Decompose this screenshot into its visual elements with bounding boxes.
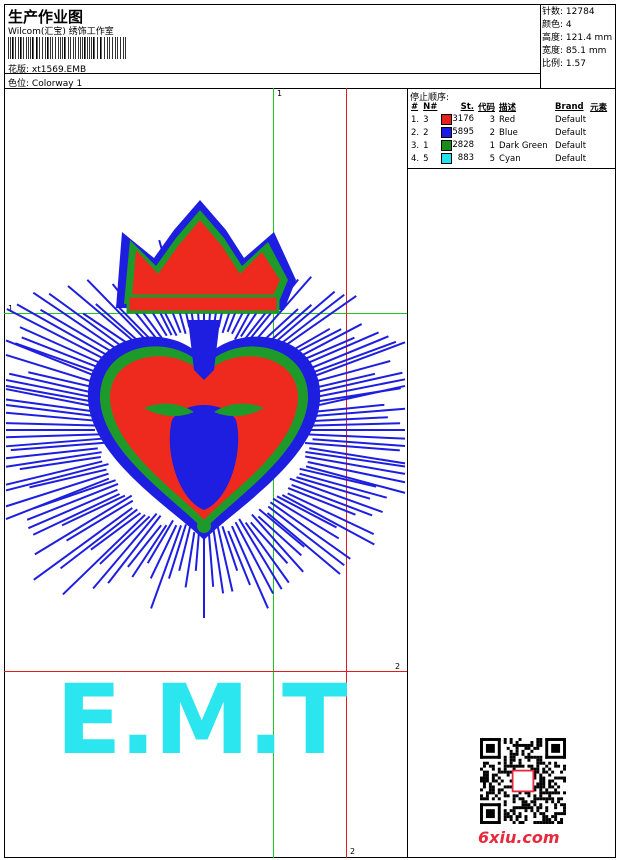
table-row: 3. 1 2828 1 Dark Green Default (409, 139, 609, 152)
stop-sequence-table: # N# St. 代码 描述 Brand 元素 1. 3 3176 3 Red Defau… (409, 101, 609, 165)
col-code: 代码 (478, 103, 496, 113)
ray-stitch (305, 416, 388, 423)
panel-divider (407, 88, 408, 858)
row-code: 3 (489, 114, 496, 125)
row-needle: 3 (423, 114, 429, 125)
ray-stitch (5, 477, 110, 521)
guide-label-right: 2 (395, 662, 401, 671)
company-name: Wilcom(汇宝) 绣饰工作室 (8, 27, 114, 37)
ray-stitch (5, 433, 104, 439)
guide-label-top: 1 (277, 89, 283, 98)
row-needle: 5 (423, 153, 429, 164)
color-swatch (441, 153, 453, 164)
header-divider (4, 88, 616, 89)
ray-stitch (5, 437, 103, 448)
row-code: 1 (489, 140, 496, 151)
stats-panel: 针数: 12784 颜色: 4 高度: 121.4 mm 宽度: 85.1 mm… (542, 6, 612, 71)
row-element (588, 152, 609, 165)
row-element (588, 113, 609, 126)
stat-scale: 比例: 1.57 (542, 59, 586, 69)
meta-divider (4, 73, 540, 74)
ray-stitch (5, 411, 103, 423)
stat-colors: 颜色: 4 (542, 20, 572, 30)
row-stitches: 3176 (439, 113, 476, 126)
row-desc: Dark Green (499, 140, 548, 151)
row-brand: Default (555, 140, 587, 151)
color-swatch (441, 127, 453, 138)
row-brand: Default (555, 153, 587, 164)
qr-code (480, 738, 566, 824)
stats-divider (540, 4, 541, 88)
col-index: # (411, 102, 419, 112)
table-row: 1. 3 3176 3 Red Default (409, 113, 609, 126)
guide-label-bottom: 2 (350, 847, 356, 856)
row-needle: 2 (423, 127, 429, 138)
embroidery-artwork (5, 200, 406, 618)
table-row: 2. 2 5895 2 Blue Default (409, 126, 609, 139)
row-code: 5 (489, 153, 496, 164)
col-brand: Brand (555, 102, 584, 112)
row-index: 2. (411, 127, 420, 138)
row-desc: Cyan (499, 153, 521, 164)
row-index: 4. (411, 153, 420, 164)
color-swatch (441, 114, 453, 125)
site-watermark: 6xiu.com (478, 828, 560, 847)
row-stitches: 883 (439, 152, 476, 165)
row-desc: Blue (499, 127, 518, 138)
ray-stitch (306, 433, 406, 440)
ray-stitch (5, 422, 101, 427)
col-stitches: St. (460, 102, 475, 112)
ray-stitch (62, 514, 146, 596)
row-stitches: 5895 (439, 126, 476, 139)
row-code: 2 (489, 127, 496, 138)
ray-stitch (238, 518, 283, 590)
row-element (588, 139, 609, 152)
col-needle: N# (423, 102, 438, 112)
ray-stitch (212, 528, 225, 594)
stat-stitches: 针数: 12784 (542, 7, 595, 17)
color-swatch (441, 140, 453, 151)
row-brand: Default (555, 114, 587, 125)
row-needle: 1 (423, 140, 429, 151)
ray-stitch (304, 422, 401, 427)
ray-stitch (131, 524, 168, 578)
stat-height: 高度: 121.4 mm (542, 33, 613, 43)
table-row: 4. 5 883 5 Cyan Default (409, 152, 609, 165)
stat-width: 宽度: 85.1 mm (542, 46, 607, 56)
ray-stitch (207, 531, 215, 587)
table-divider (407, 168, 616, 169)
emt-text: E.M.T (56, 664, 348, 776)
row-desc: Red (499, 114, 516, 125)
row-index: 1. (411, 114, 420, 125)
crown-base (126, 294, 280, 314)
row-index: 3. (411, 140, 420, 151)
row-stitches: 2828 (439, 139, 476, 152)
ray-stitch (5, 472, 109, 508)
col-desc: 描述 (499, 103, 517, 113)
row-brand: Default (555, 127, 587, 138)
row-element (588, 126, 609, 139)
heart-bottom-dot (197, 519, 211, 533)
barcode (8, 37, 126, 59)
col-element: 元素 (590, 103, 608, 113)
